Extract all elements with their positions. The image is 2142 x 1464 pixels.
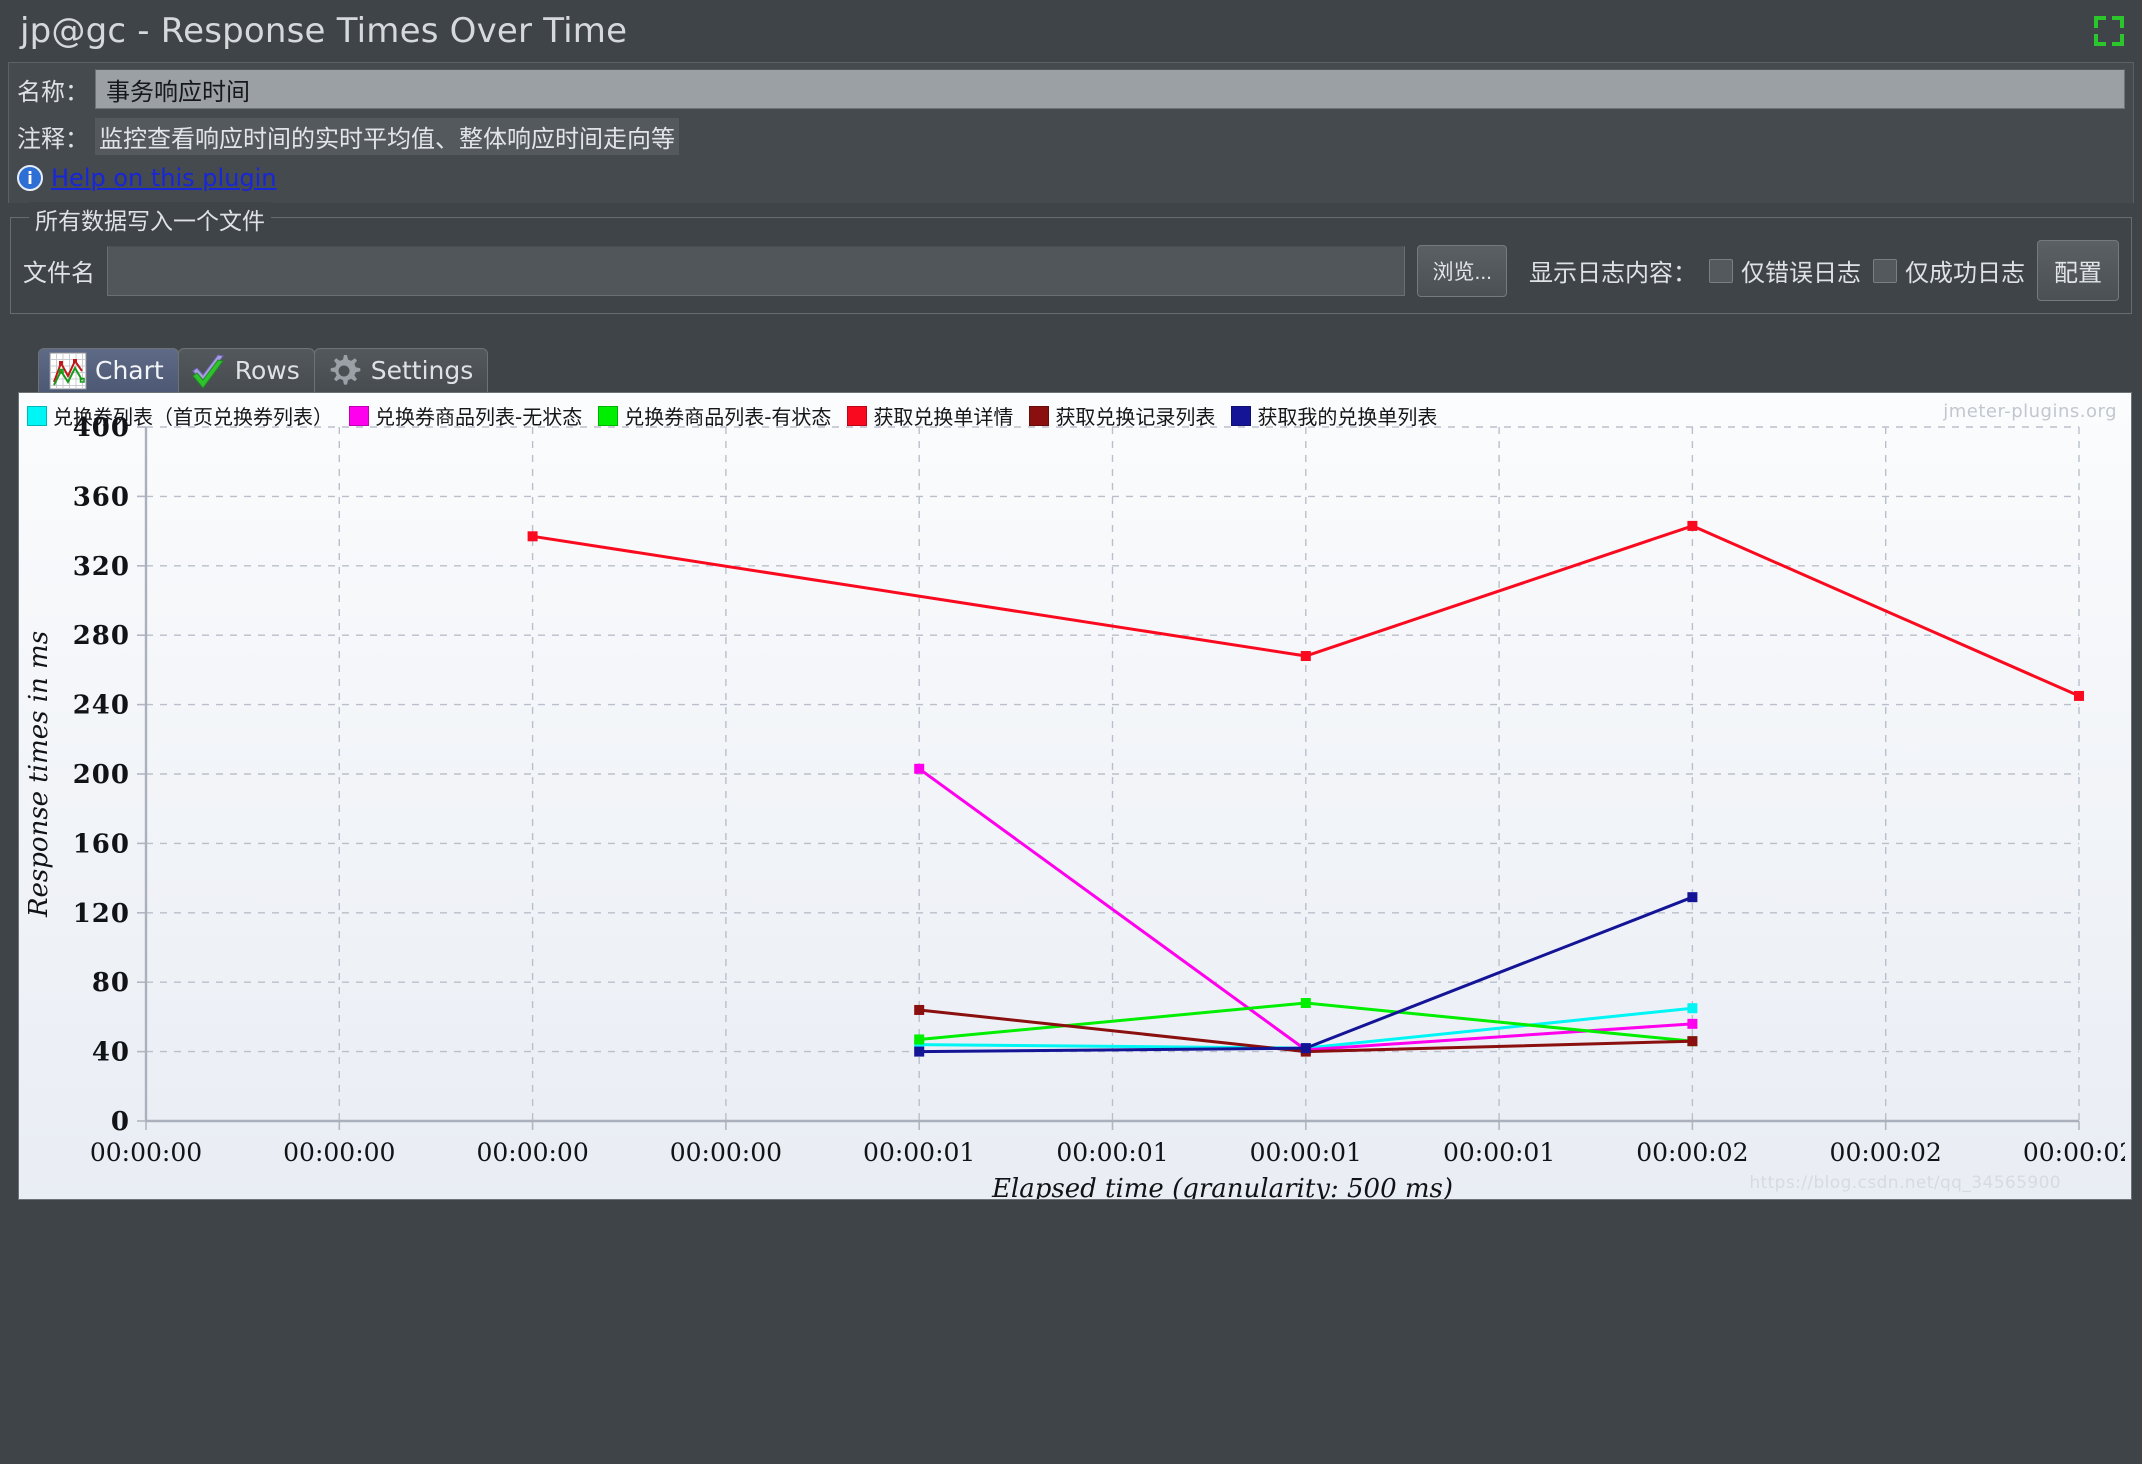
comment-value[interactable]: 监控查看响应时间的实时平均值、整体响应时间走向等 <box>95 117 679 155</box>
log-display-label: 显示日志内容： <box>1529 259 1697 287</box>
tab-settings-label: Settings <box>370 356 474 385</box>
comment-label: 注释： <box>17 124 89 153</box>
errors-only-checkbox[interactable] <box>1709 258 1733 283</box>
svg-text:00:00:02: 00:00:02 <box>1636 1138 1748 1167</box>
write-all-data-to-file-group: 所有数据写入一个文件 文件名 浏览... 显示日志内容： 仅错误日志 仅成功日志… <box>10 202 2132 314</box>
info-icon <box>17 165 43 191</box>
name-input[interactable]: 事务响应时间 <box>95 69 2125 109</box>
svg-text:0: 0 <box>111 1107 130 1137</box>
svg-text:00:00:02: 00:00:02 <box>2023 1138 2125 1167</box>
success-only-label: 仅成功日志 <box>1905 259 2025 287</box>
tab-rows-label: Rows <box>234 356 300 385</box>
errors-only-checkbox-wrap[interactable]: 仅错误日志 <box>1709 253 1861 288</box>
svg-text:00:00:01: 00:00:01 <box>1056 1138 1168 1167</box>
series-point-3-2 <box>1687 520 1698 531</box>
svg-text:00:00:00: 00:00:00 <box>476 1138 588 1167</box>
series-point-1-2 <box>1687 1018 1698 1029</box>
filename-input[interactable] <box>107 245 1406 296</box>
series-point-3-1 <box>1300 651 1311 662</box>
filename-label: 文件名 <box>23 259 95 287</box>
chart-plot-area[interactable]: 0 40 80 120 160 200 240 280 320 360 400 00:00:00 00:… <box>19 393 2125 1199</box>
tab-chart[interactable]: Chart <box>38 348 179 392</box>
series-point-2-0 <box>914 1034 925 1045</box>
series-point-1-0 <box>914 763 925 774</box>
svg-text:00:00:01: 00:00:01 <box>1250 1138 1362 1167</box>
chart-icon <box>49 352 87 390</box>
svg-text:00:00:00: 00:00:00 <box>670 1138 782 1167</box>
tab-rows[interactable]: Rows <box>177 348 315 392</box>
svg-text:Elapsed time (granularity: 500: Elapsed time (granularity: 500 ms) <box>991 1174 1453 1199</box>
window-title-bar: jp@gc - Response Times Over Time <box>0 0 2142 62</box>
page-title: jp@gc - Response Times Over Time <box>20 11 628 51</box>
help-row: Help on this plugin <box>9 159 2133 203</box>
svg-text:Response times in ms: Response times in ms <box>24 631 54 918</box>
svg-text:160: 160 <box>73 829 130 859</box>
series-point-3-0 <box>527 531 538 542</box>
svg-text:360: 360 <box>73 482 130 512</box>
svg-text:00:00:00: 00:00:00 <box>90 1138 202 1167</box>
svg-text:00:00:02: 00:00:02 <box>1830 1138 1942 1167</box>
svg-text:200: 200 <box>73 760 130 790</box>
svg-text:00:00:01: 00:00:01 <box>1443 1138 1555 1167</box>
help-on-this-plugin-link[interactable]: Help on this plugin <box>51 164 277 192</box>
errors-only-label: 仅错误日志 <box>1741 259 1861 287</box>
svg-text:280: 280 <box>73 621 130 651</box>
series-point-3-3 <box>2074 690 2084 701</box>
comment-row: 注释： 监控查看响应时间的实时平均值、整体响应时间走向等 <box>9 113 2133 159</box>
svg-text:320: 320 <box>73 552 130 582</box>
svg-text:00:00:01: 00:00:01 <box>863 1138 975 1167</box>
series-point-4-0 <box>914 1004 925 1015</box>
svg-text:80: 80 <box>92 968 130 998</box>
series-point-2-1 <box>1300 998 1311 1009</box>
expand-icon[interactable] <box>2092 14 2126 48</box>
configure-button[interactable]: 配置 <box>2037 240 2119 301</box>
browse-button[interactable]: 浏览... <box>1417 244 1507 297</box>
svg-text:240: 240 <box>73 691 130 721</box>
element-meta-panel: 名称： 事务响应时间 注释： 监控查看响应时间的实时平均值、整体响应时间走向等 … <box>8 62 2134 203</box>
tab-bar: Chart Rows Settings <box>38 336 2142 392</box>
series-point-5-0 <box>914 1046 925 1057</box>
success-only-checkbox-wrap[interactable]: 仅成功日志 <box>1873 253 2025 288</box>
svg-text:40: 40 <box>92 1038 130 1068</box>
checkmark-icon <box>189 352 227 390</box>
tab-settings[interactable]: Settings <box>313 348 489 392</box>
name-row: 名称： 事务响应时间 <box>9 63 2133 113</box>
svg-text:00:00:00: 00:00:00 <box>283 1138 395 1167</box>
success-only-checkbox[interactable] <box>1873 258 1897 283</box>
file-row: 文件名 浏览... 显示日志内容： 仅错误日志 仅成功日志 配置 <box>23 240 2119 301</box>
file-group-legend: 所有数据写入一个文件 <box>29 202 271 236</box>
chart-panel[interactable]: 兑换券列表（首页兑换券列表） 兑换券商品列表-无状态 兑换券商品列表-有状态 获… <box>18 392 2132 1200</box>
series-point-0-2 <box>1687 1003 1698 1014</box>
series-point-4-2 <box>1687 1036 1698 1047</box>
svg-text:120: 120 <box>73 899 130 929</box>
series-point-5-1 <box>1300 1043 1311 1054</box>
svg-text:400: 400 <box>73 413 130 443</box>
gear-icon <box>325 352 363 390</box>
series-point-5-2 <box>1687 892 1698 903</box>
tab-chart-label: Chart <box>95 356 164 385</box>
name-label: 名称： <box>17 77 89 106</box>
window-bottom-strip <box>0 1450 2142 1464</box>
